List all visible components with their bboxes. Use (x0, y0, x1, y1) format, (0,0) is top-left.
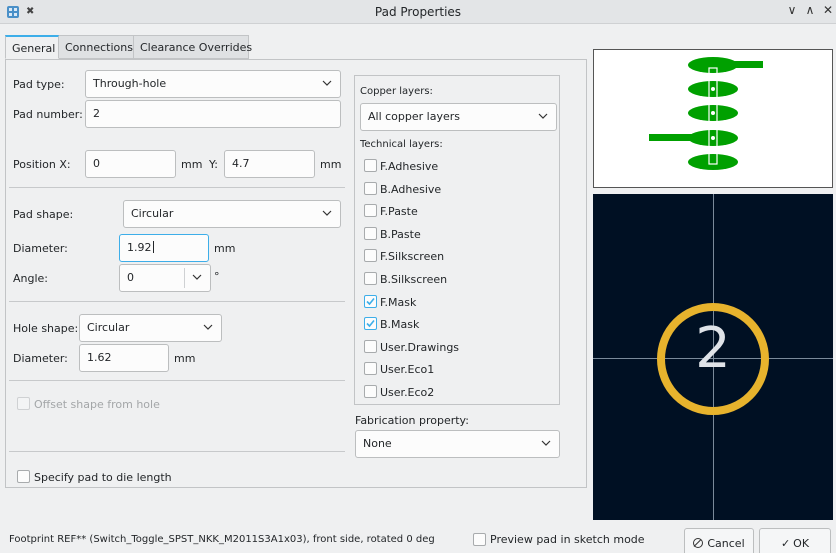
layer-label: B.Silkscreen (380, 273, 448, 286)
angle-combo[interactable]: 0 (119, 264, 211, 292)
pad-diameter-value: 1.92 (127, 241, 152, 254)
layer-label: F.Adhesive (380, 160, 439, 173)
layer-label: B.Mask (380, 318, 420, 332)
pad-shape-label: Pad shape: (13, 208, 74, 221)
fabrication-select[interactable]: None (355, 430, 560, 458)
footprint-graphic (649, 57, 763, 170)
position-x-unit: mm (181, 158, 203, 171)
position-y-label: Y: (209, 158, 218, 171)
minimize-chevron-icon[interactable]: ∨ (784, 3, 800, 17)
position-x-input[interactable]: 0 (85, 150, 176, 178)
layer-checkbox[interactable] (364, 339, 377, 353)
pad-type-value: Through-hole (93, 77, 167, 90)
position-x-label: Position X: (13, 158, 71, 171)
separator (9, 301, 345, 302)
layer-checkbox[interactable] (364, 362, 377, 376)
layer-checkbox[interactable] (364, 159, 377, 172)
check-icon (366, 297, 375, 305)
layer-label: User.Eco2 (380, 386, 435, 399)
text-cursor (152, 241, 154, 253)
chevron-down-icon (538, 113, 548, 119)
hole-shape-value: Circular (87, 321, 130, 334)
check-icon: ✓ (780, 537, 791, 550)
footprint-info: Footprint REF** (Switch_Toggle_SPST_NKK_… (9, 534, 435, 545)
separator (9, 451, 345, 452)
pad-diameter-unit: mm (214, 242, 236, 255)
pad-diameter-label: Diameter: (13, 242, 68, 255)
layer-label: F.Mask (380, 295, 417, 309)
copper-layers-select[interactable]: All copper layers (360, 103, 557, 131)
angle-label: Angle: (13, 272, 49, 285)
layer-label: B.Paste (380, 227, 421, 241)
close-icon[interactable]: ✕ (820, 3, 836, 17)
layer-label: User.Drawings (380, 340, 460, 354)
layer-checkbox[interactable] (364, 294, 377, 308)
chevron-down-icon (203, 324, 213, 330)
tab-clearance-overrides[interactable]: Clearance Overrides (133, 35, 252, 59)
chevron-down-icon (541, 440, 551, 446)
cancel-button[interactable]: Cancel (684, 528, 754, 553)
technical-layers-label: Technical layers: (360, 139, 443, 150)
maximize-chevron-icon[interactable]: ∧ (802, 3, 818, 17)
offset-shape-label: Offset shape from hole (34, 398, 160, 411)
copper-layers-value: All copper layers (368, 110, 460, 123)
pad-shape-value: Circular (131, 207, 174, 220)
pad-shape-select[interactable]: Circular (123, 200, 341, 228)
die-length-label: Specify pad to die length (34, 471, 172, 484)
pad-type-label: Pad type: (13, 78, 65, 91)
offset-shape-checkbox[interactable] (17, 397, 30, 410)
hole-diameter-input[interactable]: 1.62 (79, 344, 169, 372)
layer-checkbox[interactable] (364, 181, 377, 195)
layer-checkbox[interactable] (364, 317, 377, 331)
sketch-mode-label: Preview pad in sketch mode (490, 533, 645, 546)
layer-checkbox[interactable] (364, 249, 377, 263)
ok-button[interactable]: ✓ OK (759, 528, 831, 553)
tab-general[interactable]: General (5, 35, 59, 59)
sketch-mode-checkbox[interactable] (473, 533, 486, 546)
separator (9, 380, 345, 381)
ok-label: OK (793, 537, 810, 550)
pad-type-select[interactable]: Through-hole (85, 70, 341, 98)
hole-shape-select[interactable]: Circular (79, 314, 222, 342)
angle-value: 0 (127, 271, 134, 284)
layer-checkbox[interactable] (364, 204, 377, 218)
separator (9, 187, 345, 188)
layer-checkbox[interactable] (364, 385, 377, 398)
combo-divider (184, 268, 185, 288)
position-y-unit: mm (320, 158, 342, 171)
chevron-down-icon (322, 80, 332, 86)
layer-label: B.Adhesive (380, 182, 442, 196)
die-length-checkbox[interactable] (17, 470, 30, 483)
position-y-input[interactable]: 4.7 (224, 150, 315, 178)
layer-checkbox[interactable] (364, 272, 377, 285)
title-bar: ✖ Pad Properties ∨ ∧ ✕ (0, 0, 836, 24)
pad-preview: 2 (593, 194, 833, 520)
cancel-icon (693, 538, 704, 548)
fabrication-value: None (363, 437, 392, 450)
angle-unit: ° (214, 270, 220, 283)
pad-number-preview: 2 (695, 316, 731, 381)
footprint-preview (593, 49, 833, 188)
chevron-down-icon (322, 210, 332, 216)
hole-diameter-label: Diameter: (13, 352, 68, 365)
layer-label: User.Eco1 (380, 363, 435, 377)
layer-label: F.Silkscreen (380, 250, 445, 264)
hole-shape-label: Hole shape: (13, 322, 79, 335)
check-icon (366, 320, 375, 328)
window-title: Pad Properties (374, 5, 462, 19)
layer-label: F.Paste (380, 205, 418, 219)
copper-layers-label: Copper layers: (360, 86, 433, 97)
fabrication-label: Fabrication property: (355, 414, 469, 427)
hole-diameter-unit: mm (174, 352, 196, 365)
chevron-down-icon[interactable] (191, 271, 203, 283)
cancel-label: Cancel (707, 537, 745, 550)
pad-diameter-input[interactable]: 1.92 (119, 234, 209, 262)
pad-number-label: Pad number: (13, 108, 83, 121)
tab-connections[interactable]: Connections (58, 35, 134, 59)
layer-checkbox[interactable] (364, 226, 377, 240)
layers-group: Copper layers: All copper layers Technic… (354, 75, 560, 405)
pad-number-input[interactable]: 2 (85, 100, 341, 128)
